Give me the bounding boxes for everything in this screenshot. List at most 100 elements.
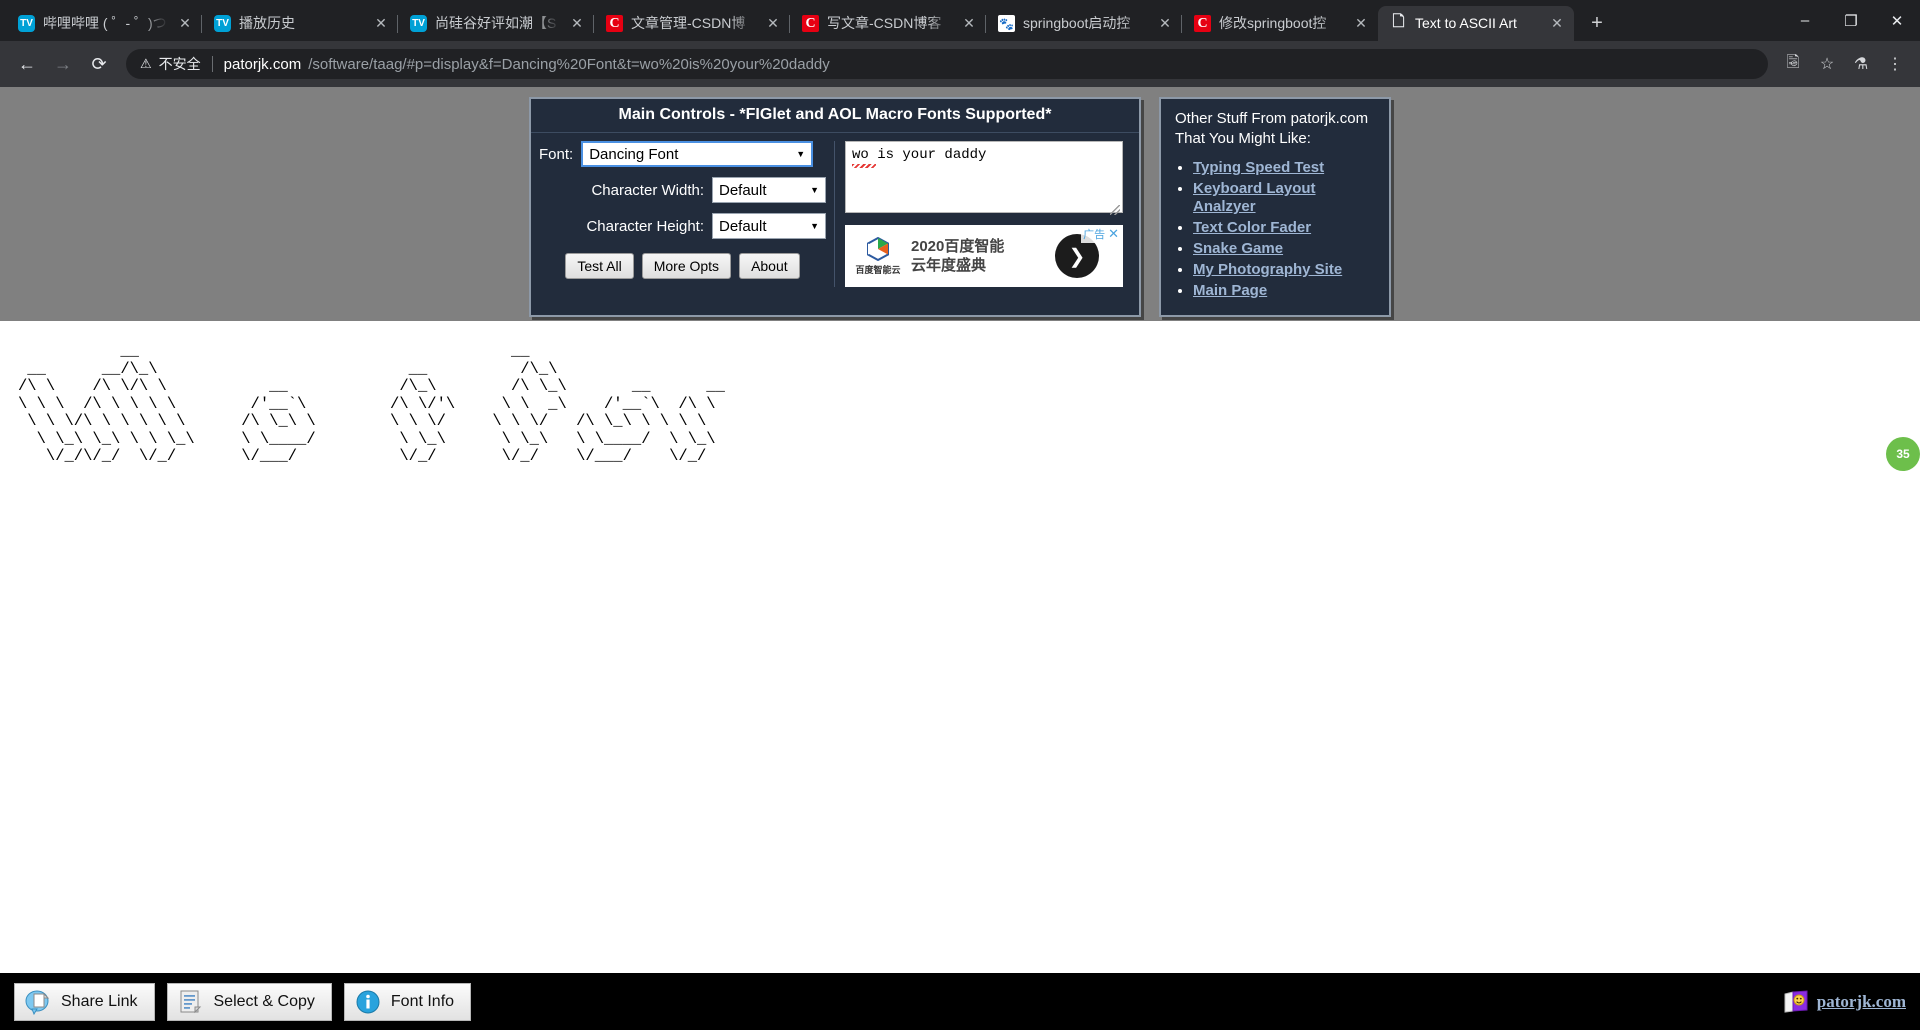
tab-0[interactable]: TV 哔哩哔哩 ( ゜- ゜)つ ✕ <box>6 6 202 41</box>
tab-close-button[interactable]: ✕ <box>1548 15 1566 33</box>
tab-title: Text to ASCII Art <box>1415 15 1517 31</box>
tab-close-button[interactable]: ✕ <box>176 15 194 33</box>
bilibili-icon: TV <box>18 15 35 32</box>
font-select[interactable]: Dancing Font ▼ <box>581 141 814 167</box>
other-stuff-links: Typing Speed Test Keyboard Layout Analzy… <box>1193 159 1377 300</box>
ascii-art-text: __ __ __ __/\_\ __ /\_\ /\ \ /\ \/\ \ __… <box>18 342 725 465</box>
list-item: Typing Speed Test <box>1193 159 1377 177</box>
link-keyboard-layout-analyzer[interactable]: Keyboard Layout Analzyer <box>1193 180 1316 215</box>
translate-icon[interactable]: 🗟 <box>1778 49 1808 79</box>
scale-badge[interactable]: 35 <box>1886 437 1920 471</box>
text-input[interactable] <box>845 141 1123 213</box>
tab-close-button[interactable]: ✕ <box>764 15 782 33</box>
ad-badge: 广告 ✕ <box>1081 225 1121 243</box>
controls-column: Font: Dancing Font ▼ Character Width: De… <box>539 141 835 287</box>
list-item: Text Color Fader <box>1193 219 1377 237</box>
tab-close-button[interactable]: ✕ <box>568 15 586 33</box>
bottom-action-bar: Share Link Select & Copy Font Info pator… <box>0 973 1920 1030</box>
back-button[interactable]: ← <box>10 47 44 81</box>
char-height-select[interactable]: Default ▼ <box>712 213 826 239</box>
link-text-color-fader[interactable]: Text Color Fader <box>1193 219 1311 236</box>
tab-close-button[interactable]: ✕ <box>1156 15 1174 33</box>
about-button[interactable]: About <box>739 253 800 279</box>
reload-button[interactable]: ⟳ <box>82 47 116 81</box>
warning-icon: ⚠ <box>140 56 152 71</box>
char-height-value: Default <box>719 217 767 235</box>
tab-5[interactable]: 🐾 springboot启动控 ✕ <box>986 6 1182 41</box>
input-column: 百度智能云 2020百度智能 云年度盛典 ❯ 广告 ✕ <box>845 141 1123 287</box>
page-content: Main Controls - *FIGlet and AOL Macro Fo… <box>0 87 1920 1030</box>
toolbar-actions: 🗟 ☆ ⚗ ⋮ <box>1778 49 1910 79</box>
link-snake-game[interactable]: Snake Game <box>1193 240 1283 257</box>
tab-title: springboot启动控 <box>1023 15 1131 31</box>
csdn-icon: C <box>802 15 819 32</box>
baidu-icon: 🐾 <box>998 15 1015 32</box>
test-all-button[interactable]: Test All <box>565 253 634 279</box>
textarea-wrapper <box>845 141 1123 218</box>
tab-3[interactable]: C 文章管理-CSDN博 ✕ <box>594 6 790 41</box>
tab-title: 播放历史 <box>239 15 295 31</box>
menu-icon[interactable]: ⋮ <box>1880 49 1910 79</box>
tab-1[interactable]: TV 播放历史 ✕ <box>202 6 398 41</box>
new-tab-button[interactable]: + <box>1582 8 1612 38</box>
list-item: Main Page <box>1193 282 1377 300</box>
link-my-photography-site[interactable]: My Photography Site <box>1193 261 1342 278</box>
list-item: My Photography Site <box>1193 261 1377 279</box>
link-main-page[interactable]: Main Page <box>1193 282 1267 299</box>
maximize-button[interactable]: ❐ <box>1828 0 1874 41</box>
tab-close-button[interactable]: ✕ <box>372 15 390 33</box>
bilibili-icon: TV <box>214 15 231 32</box>
other-stuff-title: Other Stuff From patorjk.com That You Mi… <box>1175 109 1377 149</box>
tab-7-active[interactable]: 🗋 Text to ASCII Art ✕ <box>1378 6 1574 41</box>
share-link-button[interactable]: Share Link <box>14 982 155 1021</box>
panels-row: Main Controls - *FIGlet and AOL Macro Fo… <box>0 97 1920 317</box>
more-opts-button[interactable]: More Opts <box>641 253 732 279</box>
tab-2[interactable]: TV 尚硅谷好评如潮【S ✕ <box>398 6 594 41</box>
advertisement-banner[interactable]: 百度智能云 2020百度智能 云年度盛典 ❯ 广告 ✕ <box>845 225 1123 287</box>
char-width-select[interactable]: Default ▼ <box>712 177 826 203</box>
share-link-label: Share Link <box>61 992 138 1010</box>
site-brand[interactable]: patorjk.com <box>1783 989 1906 1014</box>
other-stuff-title-line1: Other Stuff From patorjk.com <box>1175 110 1369 127</box>
ad-headline-line2: 云年度盛典 <box>911 257 987 274</box>
font-label: Font: <box>539 145 574 163</box>
chevron-down-icon: ▼ <box>796 149 806 159</box>
patorjk-link[interactable]: patorjk.com <box>1817 992 1906 1012</box>
extensions-icon[interactable]: ⚗ <box>1846 49 1876 79</box>
window-controls: – ❐ ✕ <box>1782 0 1920 41</box>
font-info-button[interactable]: Font Info <box>343 982 472 1021</box>
close-window-button[interactable]: ✕ <box>1874 0 1920 41</box>
chevron-down-icon: ▼ <box>810 185 819 195</box>
address-bar[interactable]: ⚠ 不安全 patorjk.com /software/taag/#p=disp… <box>126 49 1768 79</box>
forward-button[interactable]: → <box>46 47 80 81</box>
link-typing-speed-test[interactable]: Typing Speed Test <box>1193 159 1324 176</box>
tab-title: 文章管理-CSDN博 <box>631 15 746 31</box>
char-width-value: Default <box>719 181 767 199</box>
tab-title: 修改springboot控 <box>1219 15 1327 31</box>
url-host: patorjk.com <box>223 55 302 73</box>
tab-close-button[interactable]: ✕ <box>960 15 978 33</box>
tab-title: 写文章-CSDN博客 <box>827 15 942 31</box>
tab-6[interactable]: C 修改springboot控 ✕ <box>1182 6 1378 41</box>
chevron-down-icon: ▼ <box>810 221 819 231</box>
ad-headline: 2020百度智能 云年度盛典 <box>911 237 1004 275</box>
tab-4[interactable]: C 写文章-CSDN博客 ✕ <box>790 6 986 41</box>
font-info-label: Font Info <box>390 992 455 1010</box>
baidu-cloud-icon <box>867 236 889 261</box>
char-width-row: Character Width: Default ▼ <box>539 177 826 203</box>
char-height-label: Character Height: <box>586 217 704 235</box>
list-item: Snake Game <box>1193 240 1377 258</box>
minimize-button[interactable]: – <box>1782 0 1828 41</box>
tab-title: 尚硅谷好评如潮【S <box>435 15 557 31</box>
bilibili-icon: TV <box>410 15 427 32</box>
url-path: /software/taag/#p=display&f=Dancing%20Fo… <box>308 55 830 73</box>
star-icon[interactable]: ☆ <box>1812 49 1842 79</box>
share-link-icon <box>25 989 51 1015</box>
font-select-value: Dancing Font <box>589 145 679 163</box>
action-buttons-row: Test All More Opts About <box>539 253 826 279</box>
omnibox-divider <box>211 56 213 72</box>
char-width-label: Character Width: <box>591 181 704 199</box>
tab-close-button[interactable]: ✕ <box>1352 15 1370 33</box>
select-copy-button[interactable]: Select & Copy <box>166 982 332 1021</box>
close-icon[interactable]: ✕ <box>1108 226 1119 242</box>
